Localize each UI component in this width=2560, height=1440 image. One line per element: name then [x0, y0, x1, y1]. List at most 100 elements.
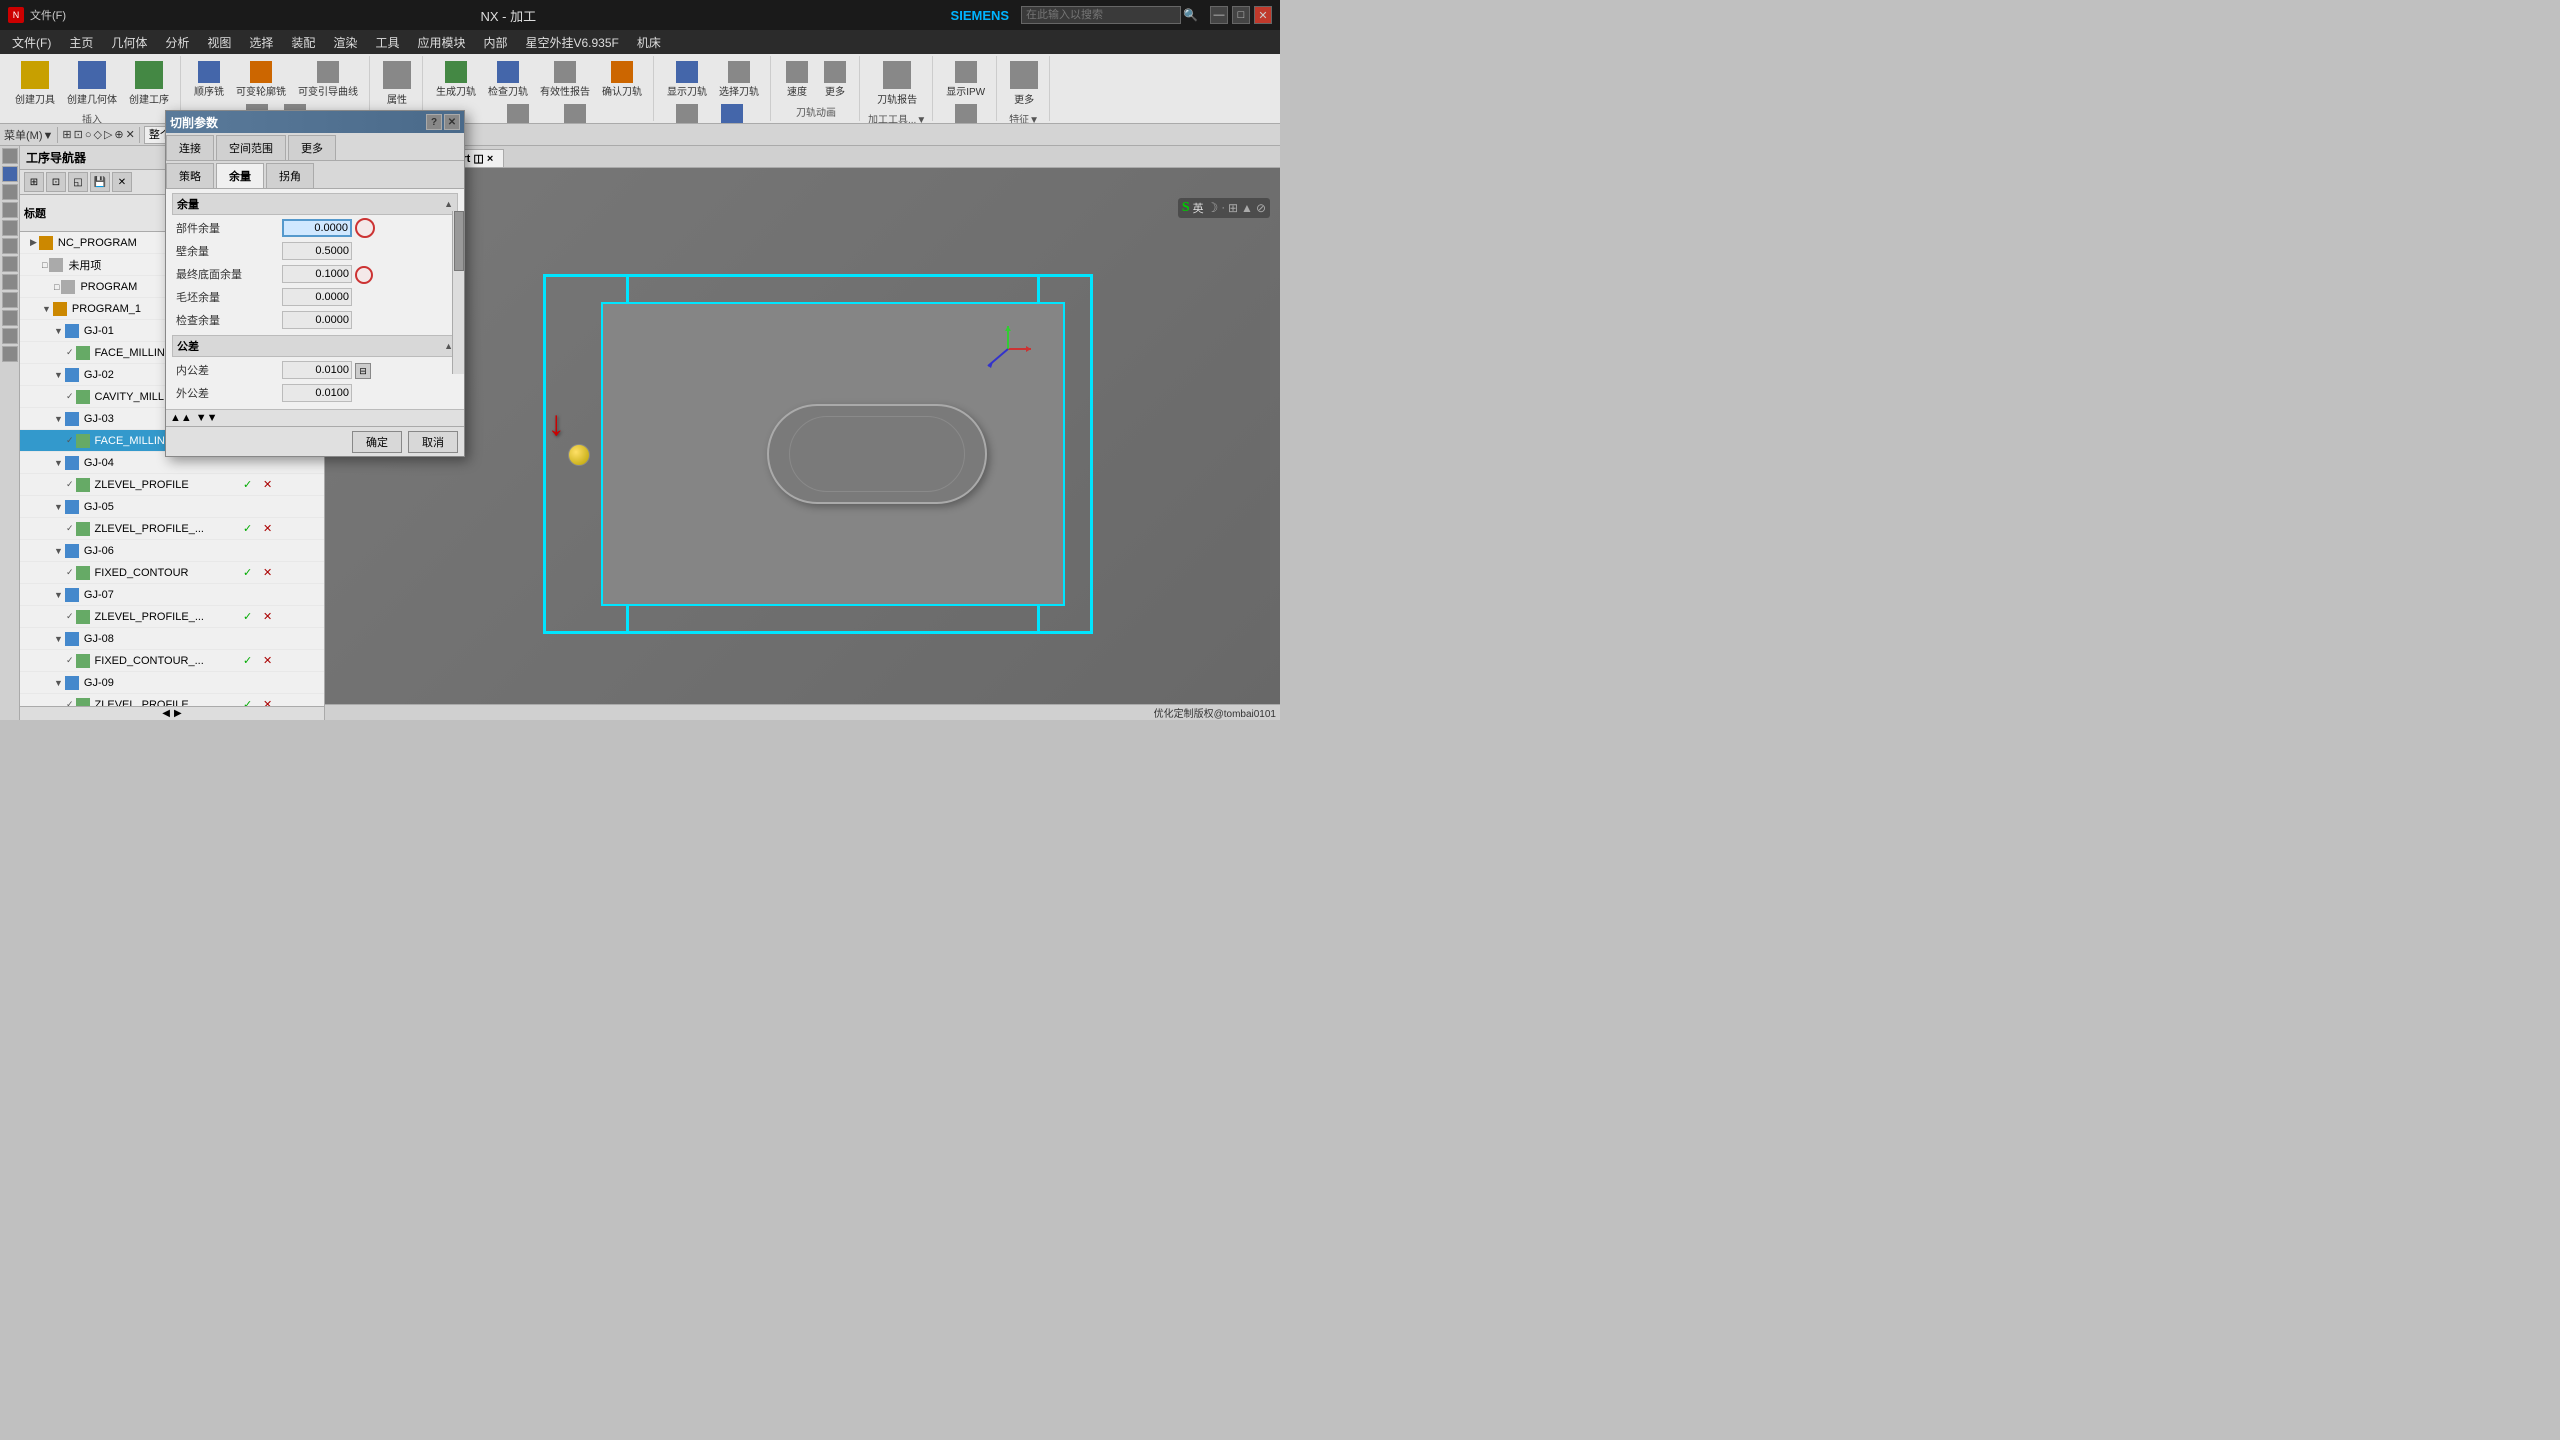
dialog-scroll-down[interactable]: ▼▼ — [196, 412, 218, 424]
properties-button[interactable]: 属性 — [378, 58, 416, 109]
grid-icon[interactable]: ⊞ — [1228, 201, 1238, 215]
speed-button[interactable]: 速度 — [779, 58, 815, 101]
triangle-icon[interactable]: ▲ — [1241, 201, 1253, 215]
sub-icon6[interactable]: ⊕ — [114, 128, 123, 141]
postproc-config-button[interactable]: 后处理配置器 — [483, 101, 553, 124]
nav-item-fixed-contour[interactable]: ✓ FIXED_CONTOUR ✓ ✕ — [20, 562, 324, 584]
zlevel-profile-x[interactable]: ✕ — [258, 478, 278, 491]
sequential-mill-button[interactable]: 顺序铣 — [189, 58, 229, 101]
sub-icon1[interactable]: ⊞ — [62, 128, 71, 141]
dialog-scroll-thumb[interactable] — [454, 211, 464, 271]
variable-contour-button[interactable]: 可变轮廓铣 — [231, 58, 291, 101]
left-icon-9[interactable] — [2, 292, 18, 308]
show-ipw-button[interactable]: 显示IPW — [941, 58, 990, 101]
feature-more-button[interactable]: 更多 — [1005, 58, 1043, 109]
create-geometry-button[interactable]: 创建几何体 — [62, 58, 122, 109]
close-button[interactable]: ✕ — [1254, 6, 1272, 24]
sub-icon3[interactable]: ○ — [85, 129, 92, 141]
menu-tools[interactable]: 工具 — [367, 32, 407, 53]
nav-item-gj05[interactable]: ▼ GJ-05 — [20, 496, 324, 518]
remainder-collapse-icon[interactable]: ▲ — [444, 199, 453, 209]
nav-scroll-right[interactable]: ▶ — [174, 708, 182, 719]
menu-home[interactable]: 主页 — [61, 32, 101, 53]
tab-space-range[interactable]: 空间范围 — [216, 135, 286, 160]
left-icon-8[interactable] — [2, 274, 18, 290]
menu-appmodule[interactable]: 应用模块 — [409, 32, 473, 53]
nav-item-gj06[interactable]: ▼ GJ-06 — [20, 540, 324, 562]
tab-remainder[interactable]: 余量 — [216, 163, 264, 188]
menu-plugin[interactable]: 星空外挂V6.935F — [517, 32, 626, 53]
menu-geometry[interactable]: 几何体 — [103, 32, 155, 53]
nav-item-fixed-contour-08[interactable]: ✓ FIXED_CONTOUR_... ✓ ✕ — [20, 650, 324, 672]
machine-sim-button[interactable]: 机床仿真 — [707, 101, 757, 124]
guide-curve-button[interactable]: 可变引导曲线 — [293, 58, 363, 101]
sub-icon5[interactable]: ▷ — [104, 128, 112, 141]
left-icon-3[interactable] — [2, 184, 18, 200]
menu-select[interactable]: 选择 — [241, 32, 281, 53]
part-remainder-input[interactable] — [282, 219, 352, 237]
menu-internal[interactable]: 内部 — [475, 32, 515, 53]
moon-icon[interactable]: ☽ — [1207, 200, 1219, 216]
dot-icon[interactable]: · — [1221, 202, 1225, 214]
check-toolpath-button[interactable]: 检查刀轨 — [483, 58, 533, 101]
dialog-scrollbar[interactable] — [452, 211, 464, 374]
left-icon-2[interactable] — [2, 166, 18, 182]
tab-corner[interactable]: 拐角 — [266, 163, 314, 188]
confirm-button[interactable]: 确定 — [352, 431, 402, 453]
tp-report-button[interactable]: 刀轨报告 — [872, 58, 922, 109]
dialog-help-button[interactable]: ? — [426, 114, 442, 130]
select-toolpath-button[interactable]: 选择刀轨 — [714, 58, 764, 101]
nav-item-zlevel-profile[interactable]: ✓ ZLEVEL_PROFILE ✓ ✕ — [20, 474, 324, 496]
search-input[interactable] — [1021, 6, 1181, 24]
validity-report-button[interactable]: 有效性报告 — [535, 58, 595, 101]
nav-tb-1[interactable]: ⊞ — [24, 172, 44, 192]
menu-file[interactable]: 文件(F) — [4, 32, 59, 53]
sub-icon7[interactable]: ✕ — [126, 128, 135, 141]
left-icon-10[interactable] — [2, 310, 18, 326]
left-icon-4[interactable] — [2, 202, 18, 218]
inner-tolerance-btn[interactable]: ⊟ — [355, 363, 371, 379]
cad-viewport[interactable]: 发现中心 _model1.prt ◫ × S 英 ☽ · ⊞ ▲ ⊘ — [325, 146, 1280, 720]
menu-analysis[interactable]: 分析 — [157, 32, 197, 53]
dialog-scroll-up[interactable]: ▲▲ — [170, 412, 192, 424]
create-tool-button[interactable]: 创建刀具 — [10, 58, 60, 109]
menu-render[interactable]: 渲染 — [325, 32, 365, 53]
nav-item-zlevel-profile-05[interactable]: ✓ ZLEVEL_PROFILE_... ✓ ✕ — [20, 518, 324, 540]
menu-machine[interactable]: 机床 — [629, 32, 669, 53]
zlevel-05-x[interactable]: ✕ — [258, 522, 278, 535]
nav-tb-4[interactable]: 💾 — [90, 172, 110, 192]
left-icon-5[interactable] — [2, 220, 18, 236]
zlevel-09-x[interactable]: ✕ — [258, 698, 278, 706]
display-more-button[interactable]: 更多 — [669, 101, 705, 124]
analyze-ipw-button[interactable]: 分析IPW — [941, 101, 990, 124]
menu-assembly[interactable]: 装配 — [283, 32, 323, 53]
postproc-button[interactable]: 后处理 — [555, 101, 595, 124]
tab-strategy[interactable]: 策略 — [166, 163, 214, 188]
nav-tb-3[interactable]: ◱ — [68, 172, 88, 192]
create-procedure-button[interactable]: 创建工序 — [124, 58, 174, 109]
fixed-08-x[interactable]: ✕ — [258, 654, 278, 667]
generate-toolpath-button[interactable]: 生成刀轨 — [431, 58, 481, 101]
nav-item-zlevel-07[interactable]: ✓ ZLEVEL_PROFILE_... ✓ ✕ — [20, 606, 324, 628]
confirm-tp-button[interactable]: 确认刀轨 — [597, 58, 647, 101]
minimize-button[interactable]: — — [1210, 6, 1228, 24]
anim-more-button[interactable]: 更多 — [817, 58, 853, 101]
left-icon-1[interactable] — [2, 148, 18, 164]
tab-more[interactable]: 更多 — [288, 135, 336, 160]
menu-view[interactable]: 视图 — [199, 32, 239, 53]
cancel-dialog-button[interactable]: 取消 — [408, 431, 458, 453]
nav-tb-5[interactable]: ✕ — [112, 172, 132, 192]
show-toolpath-button[interactable]: 显示刀轨 — [662, 58, 712, 101]
zlevel-07-x[interactable]: ✕ — [258, 610, 278, 623]
nav-tb-2[interactable]: ⊡ — [46, 172, 66, 192]
nav-item-zlevel-09[interactable]: ✓ ZLEVEL_PROFILE_... ✓ ✕ — [20, 694, 324, 706]
nav-item-gj07[interactable]: ▼ GJ-07 — [20, 584, 324, 606]
left-icon-12[interactable] — [2, 346, 18, 362]
left-icon-11[interactable] — [2, 328, 18, 344]
fixed-contour-x[interactable]: ✕ — [258, 566, 278, 579]
nav-item-gj09[interactable]: ▼ GJ-09 — [20, 672, 324, 694]
sub-icon2[interactable]: ⊡ — [74, 128, 83, 141]
nav-item-gj08[interactable]: ▼ GJ-08 — [20, 628, 324, 650]
left-icon-7[interactable] — [2, 256, 18, 272]
left-icon-6[interactable] — [2, 238, 18, 254]
